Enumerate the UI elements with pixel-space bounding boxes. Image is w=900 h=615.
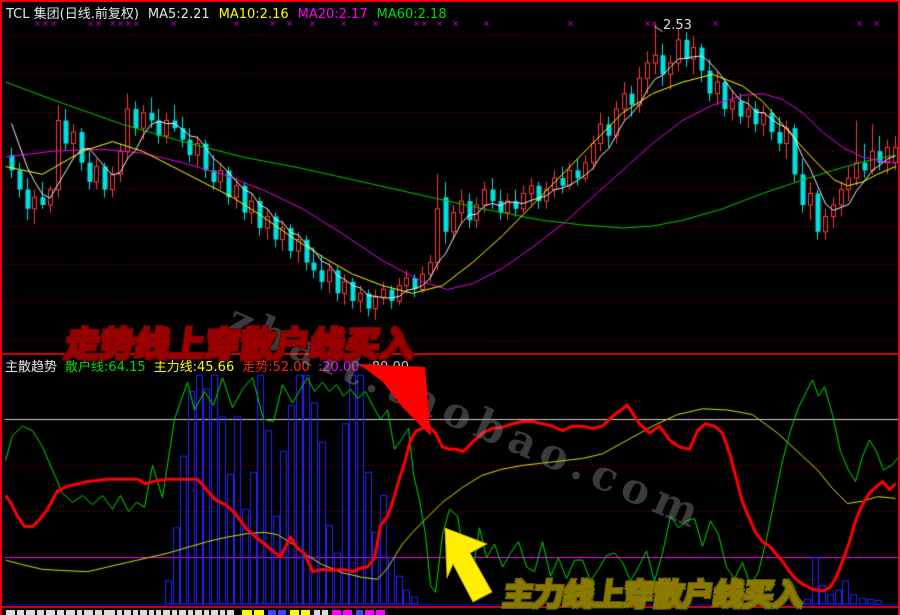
bottom-strip-segment	[322, 610, 328, 615]
bottom-strip-segment	[156, 610, 161, 615]
bottom-strip-segment	[17, 610, 24, 615]
bottom-strip-segment	[220, 610, 225, 615]
bottom-strip-segment	[124, 610, 131, 615]
bottom-strip-segment	[254, 610, 264, 615]
bottom-strip-segment	[314, 610, 320, 615]
bottom-strip-segment	[46, 610, 55, 615]
bottom-strip-segment	[376, 610, 385, 615]
bottom-strip-segment	[278, 610, 286, 615]
bottom-strip-segment	[343, 610, 352, 615]
bottom-strip-segment	[104, 610, 115, 615]
bottom-strip-segment	[179, 610, 186, 615]
bottom-strip-segment	[95, 610, 102, 615]
ma60-label: MA60:2.18	[376, 7, 447, 22]
red-arrow-icon	[359, 364, 431, 436]
bottom-strip-segment	[332, 610, 341, 615]
bottom-strip-segment	[211, 610, 218, 615]
bottom-strip-segment	[290, 610, 299, 615]
ma10-label: MA10:2.16	[218, 7, 289, 22]
buy-signal-annotation-trend: 走势线上穿散户线买入	[62, 324, 420, 366]
bottom-strip-segment	[195, 610, 202, 615]
bottom-strip-segment	[188, 610, 193, 615]
bottom-strip-segment	[26, 610, 35, 615]
bottom-strip-segment	[37, 610, 44, 615]
bottom-strip-segment	[77, 610, 82, 615]
ma5-label: MA5:2.21	[147, 7, 210, 22]
bottom-strip-segment	[133, 610, 138, 615]
bottom-strip-segment	[140, 610, 147, 615]
bottom-strip-segment	[163, 610, 170, 615]
bottom-strip-segment	[84, 610, 93, 615]
title-bar: TCL 集团(日线.前复权) MA5:2.21 MA10:2.16 MA20:2.17…	[6, 3, 456, 22]
bottom-strip-segment	[66, 610, 75, 615]
bottom-strip-segment	[356, 610, 363, 615]
bottom-strip-segment	[149, 610, 154, 615]
app-window: TCL 集团(日线.前复权) MA5:2.21 MA10:2.16 MA20:2.17…	[0, 0, 900, 615]
peak-price-label: 2.53	[663, 18, 692, 33]
symbol-title: TCL 集团(日线.前复权)	[6, 7, 139, 22]
bottom-strip-segment	[204, 610, 209, 615]
indicator-name[interactable]: 主散趋势	[5, 360, 57, 375]
bottom-strip-segment	[301, 610, 310, 615]
bottom-strip-segment	[365, 610, 374, 615]
yellow-arrow-icon	[444, 527, 493, 603]
bottom-strip-segment	[227, 610, 234, 615]
bottom-strip-segment	[268, 610, 276, 615]
buy-signal-annotation-main: 主力线上穿散户线买入	[500, 577, 807, 614]
ma20-label: MA20:2.17	[297, 7, 368, 22]
bottom-strip-segment	[172, 610, 177, 615]
bottom-strip-segment	[6, 610, 15, 615]
bottom-strip-segment	[57, 610, 64, 615]
bottom-strip-segment	[117, 610, 122, 615]
bottom-strip-segment	[242, 610, 252, 615]
